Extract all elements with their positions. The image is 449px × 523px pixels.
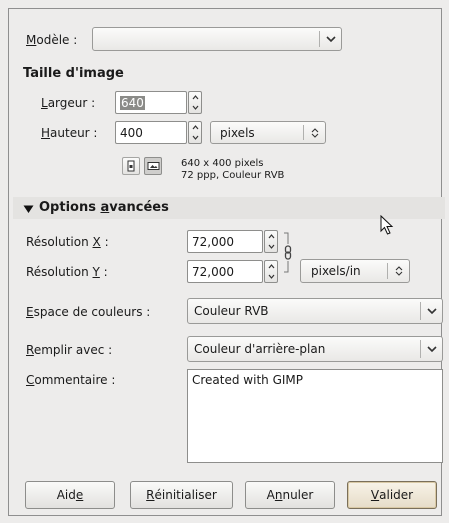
resolution-unit-combo[interactable]: pixels/in: [300, 259, 410, 283]
template-label: Modèle :: [26, 33, 78, 47]
size-unit-value: pixels: [220, 125, 255, 140]
resolution-unit-value: pixels/in: [311, 264, 361, 278]
resolution-x-spinner[interactable]: [264, 230, 278, 253]
image-size-title: Taille d'image: [23, 66, 124, 81]
spin-down-icon[interactable]: [265, 272, 277, 283]
resolution-x-label: Résolution X :: [26, 235, 109, 249]
width-label: Largeur :: [41, 96, 96, 110]
create-image-dialog: Modèle : Taille d'image Largeur : 640 Ha…: [8, 8, 445, 516]
advanced-options-expander[interactable]: Options avancées: [39, 200, 169, 216]
comment-label: Commentaire :: [26, 373, 116, 387]
height-input[interactable]: 400: [115, 121, 187, 144]
resolution-y-value: 72,000: [192, 264, 234, 279]
chevron-updown-icon: [389, 260, 409, 282]
height-value: 400: [120, 125, 143, 140]
spin-down-icon[interactable]: [189, 103, 201, 114]
chevron-down-icon: [422, 337, 442, 361]
width-input[interactable]: 640: [115, 91, 187, 114]
image-info-line2: 72 ppp, Couleur RVB: [181, 170, 285, 181]
resolution-x-input[interactable]: 72,000: [187, 230, 263, 253]
chain-link-icon[interactable]: [282, 232, 294, 279]
colorspace-value: Couleur RVB: [194, 304, 269, 318]
width-value: 640: [120, 95, 145, 110]
resolution-y-label: Résolution Y :: [26, 265, 108, 279]
resolution-x-value: 72,000: [192, 234, 234, 249]
spin-up-icon[interactable]: [189, 122, 201, 133]
colorspace-label: Espace de couleurs :: [26, 305, 151, 319]
chevron-down-icon: [321, 28, 341, 50]
ok-button[interactable]: Valider: [347, 481, 437, 509]
template-combo[interactable]: [92, 27, 342, 51]
spin-up-icon[interactable]: [189, 92, 201, 103]
resolution-y-spinner[interactable]: [264, 260, 278, 283]
mouse-pointer-icon: [380, 214, 394, 238]
chevron-updown-icon: [305, 122, 325, 143]
comment-textarea[interactable]: Created with GIMP: [187, 369, 443, 463]
fill-value: Couleur d'arrière-plan: [194, 342, 326, 356]
chevron-down-icon: [422, 299, 442, 323]
portrait-icon[interactable]: [122, 157, 140, 175]
image-info-line1: 640 x 400 pixels: [181, 158, 264, 169]
spin-down-icon[interactable]: [265, 242, 277, 253]
size-unit-combo[interactable]: pixels: [210, 121, 326, 144]
reset-button[interactable]: Réinitialiser: [130, 481, 233, 509]
width-spinner[interactable]: [188, 91, 202, 114]
spin-up-icon[interactable]: [265, 231, 277, 242]
spin-down-icon[interactable]: [189, 133, 201, 144]
fill-label: Remplir avec :: [26, 343, 113, 357]
help-button[interactable]: Aid e: [25, 481, 115, 509]
cancel-button[interactable]: An nuler: [245, 481, 335, 509]
fill-combo[interactable]: Couleur d'arrière-plan: [187, 336, 443, 362]
colorspace-combo[interactable]: Couleur RVB: [187, 298, 443, 324]
spin-up-icon[interactable]: [265, 261, 277, 272]
height-spinner[interactable]: [188, 121, 202, 144]
height-label: Hauteur :: [41, 126, 98, 140]
disclosure-triangle-icon[interactable]: [23, 203, 34, 217]
resolution-y-input[interactable]: 72,000: [187, 260, 263, 283]
landscape-icon[interactable]: [144, 157, 162, 175]
